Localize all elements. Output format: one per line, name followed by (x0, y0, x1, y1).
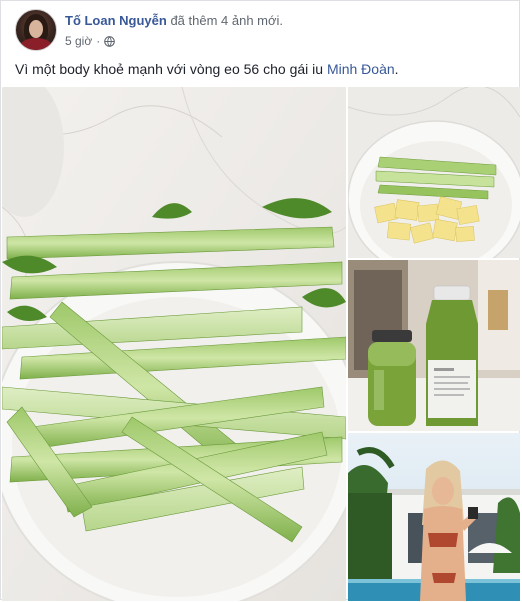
green-juice-bottles-photo[interactable] (348, 260, 520, 431)
post-action-text: đã thêm 4 ảnh mới. (166, 13, 284, 28)
avatar-face (29, 20, 43, 38)
post-header: Tố Loan Nguyễn đã thêm 4 ảnh mới. (65, 13, 283, 28)
woman-poolside-photo[interactable] (348, 433, 520, 601)
meta-separator: · (96, 34, 101, 48)
post-card: Tố Loan Nguyễn đã thêm 4 ảnh mới. 5 giờ … (0, 0, 520, 601)
avatar[interactable] (15, 9, 57, 51)
celery-and-apple-photo[interactable] (348, 87, 520, 258)
post-meta: 5 giờ · (65, 34, 116, 48)
author-name-link[interactable]: Tố Loan Nguyễn (65, 13, 167, 28)
caption-text: Vì một body khoẻ mạnh với vòng eo 56 cho… (15, 61, 327, 77)
avatar-shoulders (20, 38, 52, 50)
post-caption: Vì một body khoẻ mạnh với vòng eo 56 cho… (15, 61, 399, 77)
mention-link[interactable]: Minh Đoàn (327, 61, 395, 77)
post-timestamp[interactable]: 5 giờ (65, 34, 92, 48)
caption-end: . (394, 61, 399, 77)
globe-icon[interactable] (104, 35, 116, 47)
celery-bowl-photo[interactable] (2, 87, 346, 601)
